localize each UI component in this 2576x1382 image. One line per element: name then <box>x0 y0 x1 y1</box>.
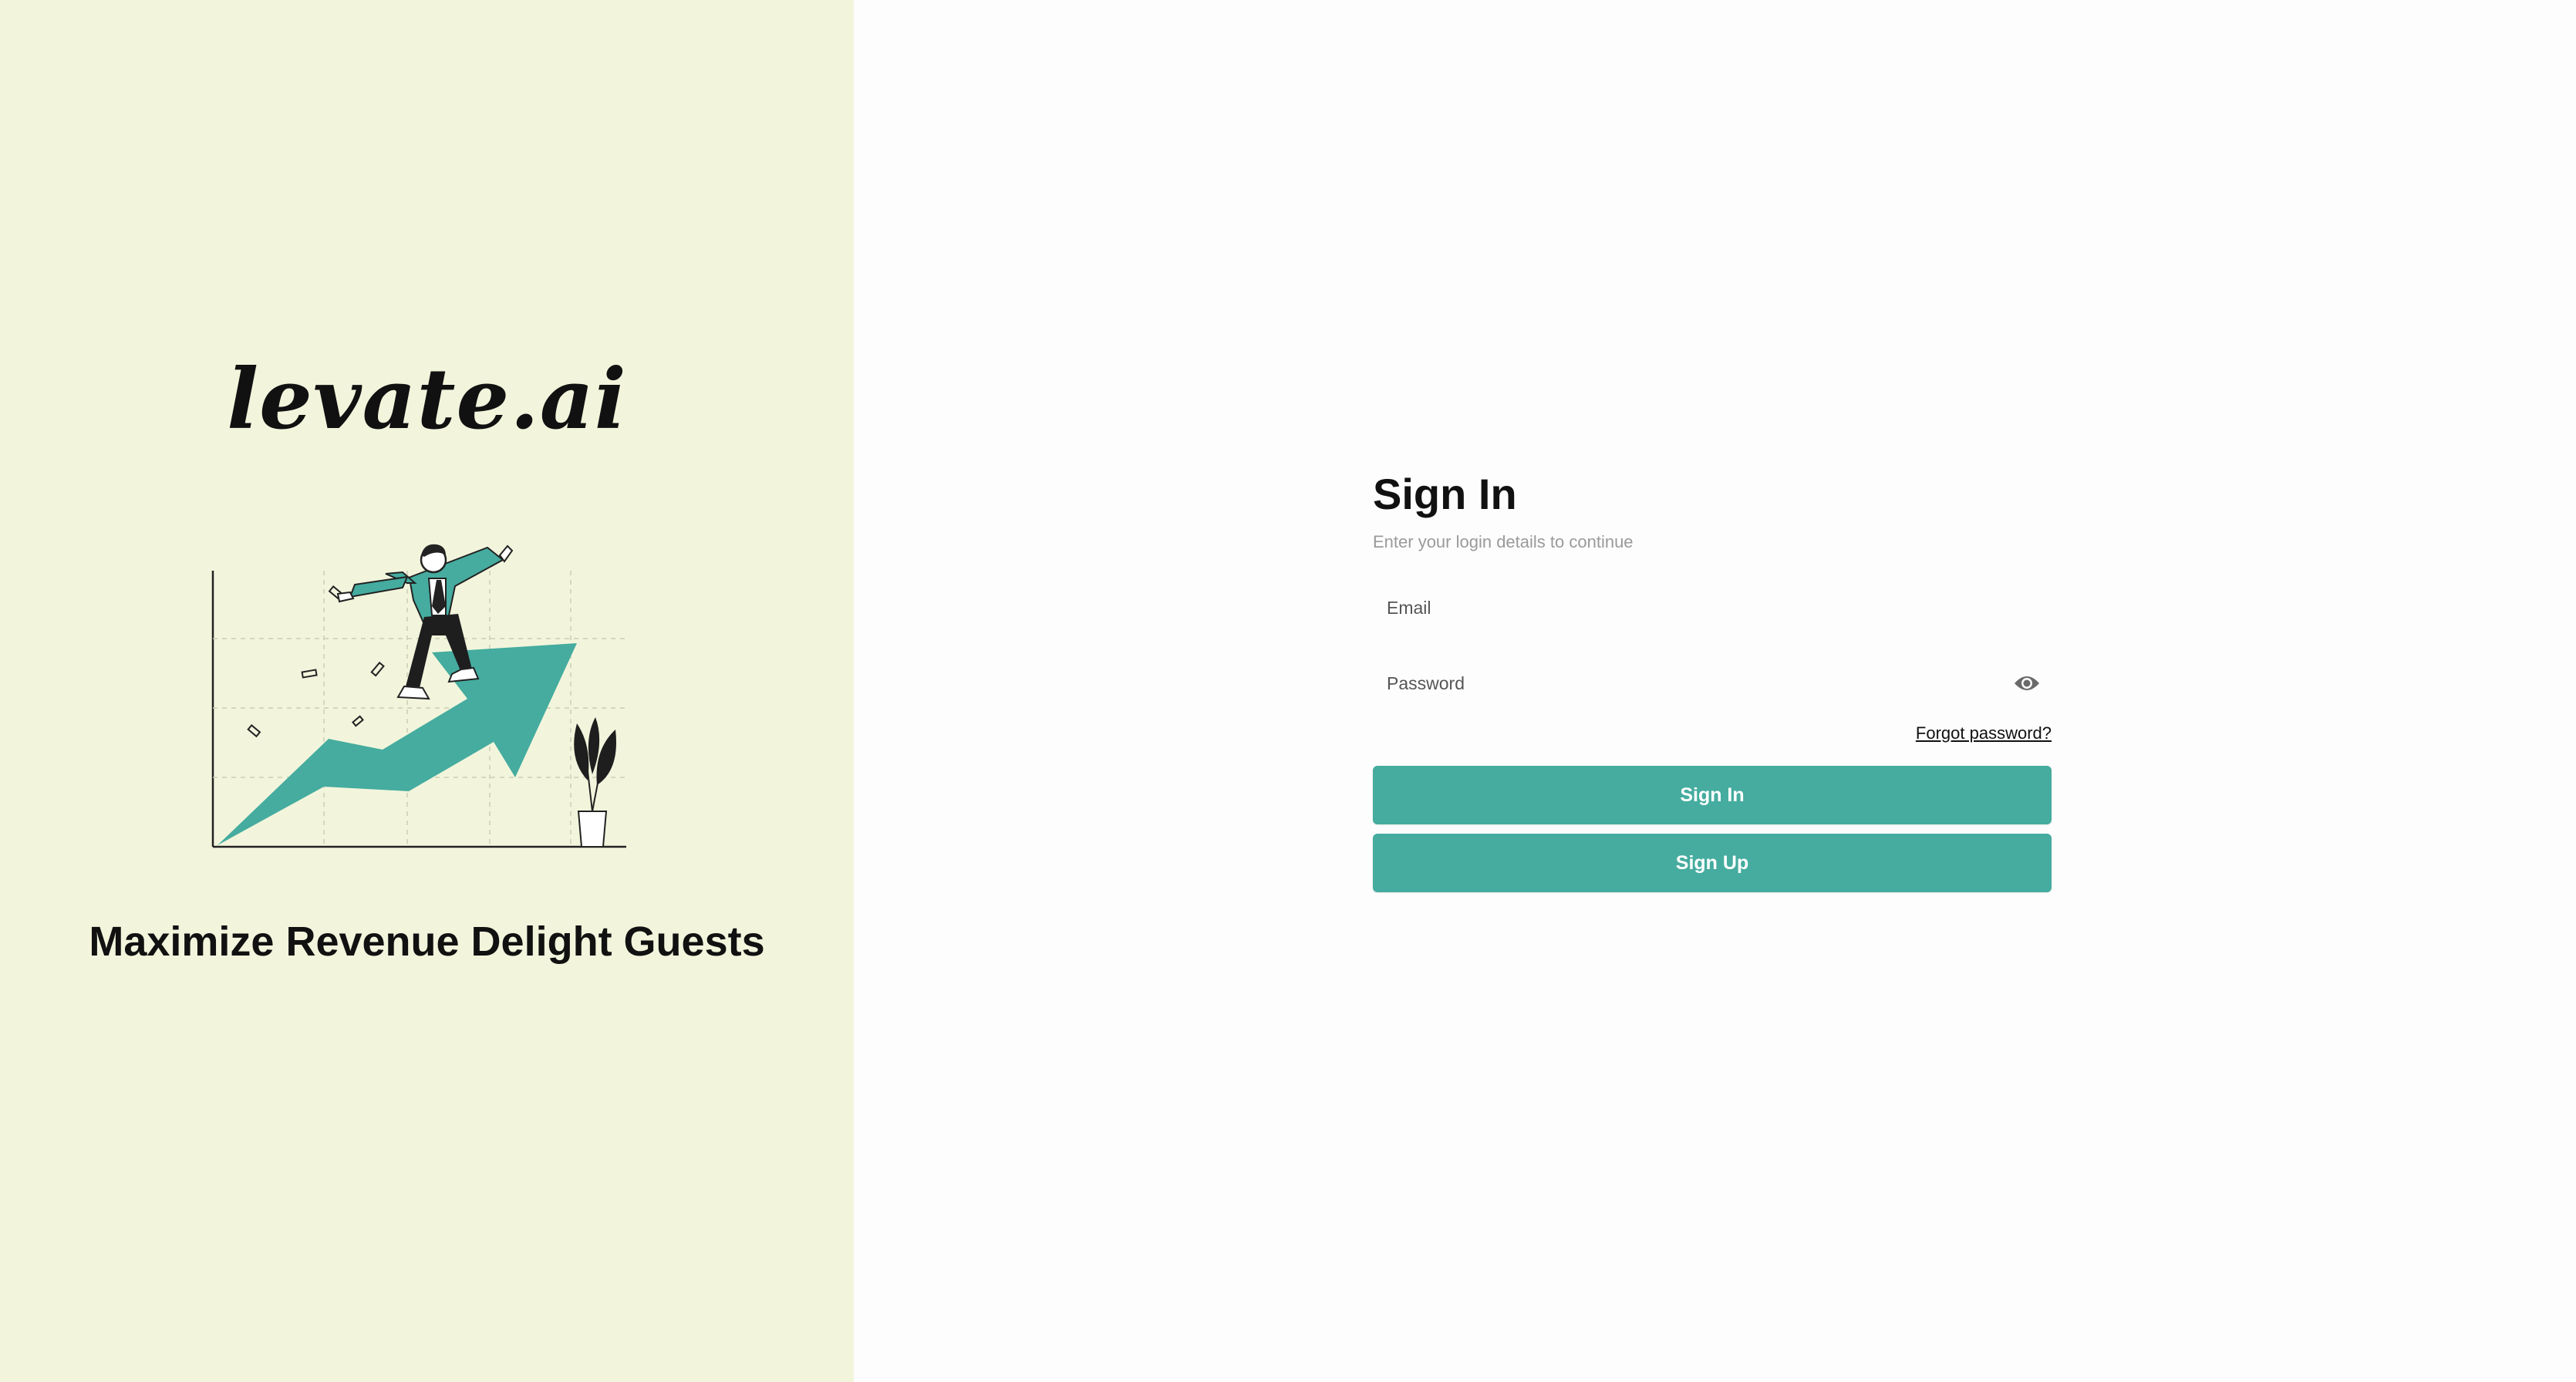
email-input[interactable] <box>1373 585 2052 631</box>
forgot-password-row: Forgot password? <box>1373 722 2052 747</box>
brand-logo: levate.ai <box>227 351 627 448</box>
brand-panel: levate.ai Maximize Revenue Delight Guest… <box>0 0 854 1382</box>
forgot-password-link[interactable]: Forgot password? <box>1916 723 2052 743</box>
login-page: levate.ai Maximize Revenue Delight Guest… <box>0 0 2576 1382</box>
password-input[interactable] <box>1373 660 2052 706</box>
email-field-wrapper <box>1373 585 2052 631</box>
sign-in-form: Sign In Enter your login details to cont… <box>1373 463 2052 892</box>
password-field-wrapper <box>1373 660 2052 706</box>
show-password-toggle[interactable] <box>2011 669 2042 697</box>
sign-in-button[interactable]: Sign In <box>1373 766 2052 824</box>
form-title: Sign In <box>1373 470 1517 518</box>
growth-illustration <box>211 544 626 848</box>
brand-tagline: Maximize Revenue Delight Guests <box>89 919 765 965</box>
form-subtitle: Enter your login details to continue <box>1373 532 1634 551</box>
form-panel: Sign In Enter your login details to cont… <box>854 0 2576 1382</box>
eye-icon <box>2015 676 2039 690</box>
sign-up-button[interactable]: Sign Up <box>1373 834 2052 892</box>
